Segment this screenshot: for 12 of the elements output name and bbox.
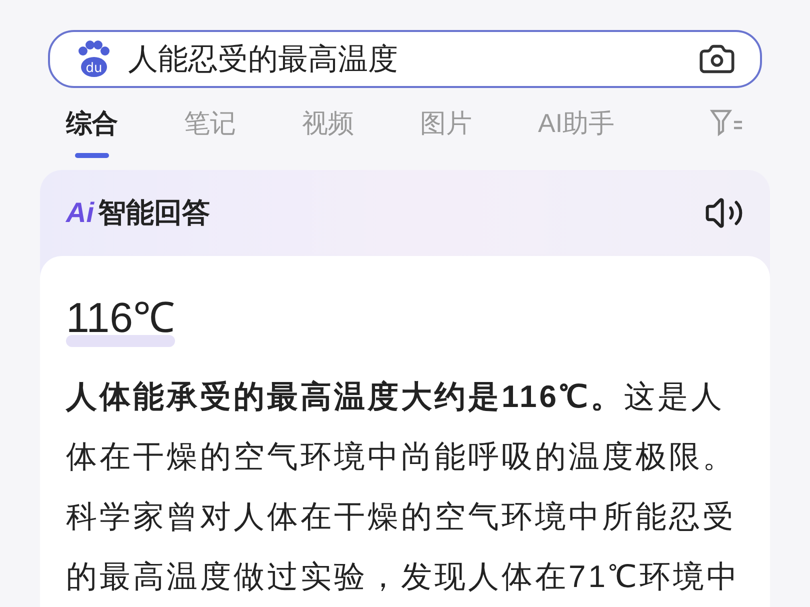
tab[interactable]: AI助手 bbox=[538, 104, 615, 158]
answer-title: 智能回答 bbox=[98, 196, 210, 230]
tab[interactable]: 图片 bbox=[420, 104, 472, 158]
tab[interactable]: 综合 bbox=[66, 104, 118, 158]
ai-logo-text: Ai bbox=[66, 196, 94, 230]
filter-icon[interactable] bbox=[710, 108, 744, 138]
search-field[interactable]: du 人能忍受的最高温度 bbox=[48, 30, 762, 88]
search-query: 人能忍受的最高温度 bbox=[128, 42, 399, 78]
answer-text: 人体能承受的最高温度大约是116℃。这是人体在干燥的空气环境中尚能呼吸的温度极限。科学家曾对人体在干燥的空气环境中所能忍受的最高温度做过实验，发现人体在71℃环境中 bbox=[66, 378, 741, 596]
tab[interactable]: 视频 bbox=[302, 104, 354, 158]
answer-headline: 116℃ bbox=[66, 294, 175, 341]
tab[interactable]: 笔记 bbox=[184, 104, 236, 158]
